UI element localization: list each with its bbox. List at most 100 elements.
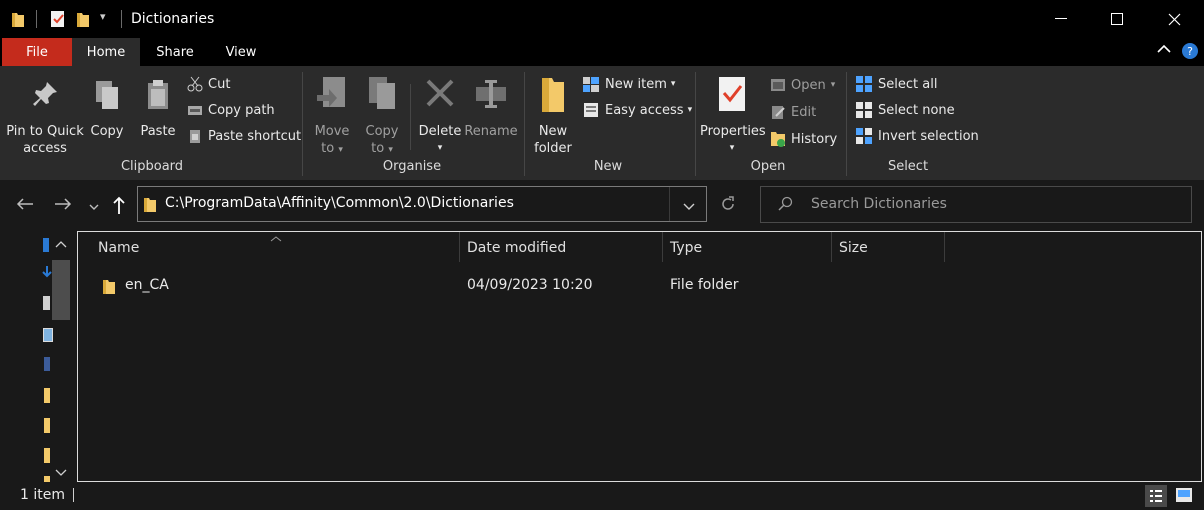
folder-icon[interactable] <box>11 10 25 32</box>
copy-label: Copy <box>90 124 124 139</box>
group-separator <box>302 72 303 176</box>
column-separator[interactable] <box>944 232 945 262</box>
open-icon <box>771 79 785 91</box>
folder-icon <box>542 78 564 112</box>
edit-label: Edit <box>791 104 817 120</box>
rename-icon <box>476 80 506 108</box>
copy-to-button[interactable]: Copy to ▾ <box>360 75 404 159</box>
move-to-line2: to <box>321 141 335 156</box>
column-header-name[interactable]: Name <box>98 240 139 256</box>
select-none-button[interactable]: Select none <box>855 98 955 122</box>
column-separator[interactable] <box>831 232 832 262</box>
new-item-button[interactable]: New item ▾ <box>582 72 675 96</box>
open-button[interactable]: Open ▾ <box>770 73 835 97</box>
downloads-icon[interactable] <box>42 265 52 283</box>
file-type: File folder <box>670 277 739 293</box>
edit-icon <box>772 106 785 119</box>
collapse-ribbon-icon[interactable] <box>1157 43 1171 58</box>
select-none-label: Select none <box>878 102 955 118</box>
file-date-modified: 04/09/2023 10:20 <box>467 277 593 293</box>
quick-access-folder-icon[interactable] <box>44 418 50 433</box>
column-separator[interactable] <box>662 232 663 262</box>
scroll-up-chevron-icon[interactable] <box>55 237 67 252</box>
column-header-size[interactable]: Size <box>839 240 868 256</box>
copy-path-button[interactable]: Copy path <box>187 98 275 122</box>
new-group-label: New <box>593 159 623 174</box>
maximize-button[interactable] <box>1089 0 1145 38</box>
nav-scrollbar-thumb[interactable] <box>52 260 70 320</box>
help-icon[interactable]: ? <box>1181 42 1199 64</box>
column-header-type[interactable]: Type <box>670 240 702 256</box>
new-folder-icon[interactable] <box>76 10 90 32</box>
cut-button[interactable]: Cut <box>187 72 230 96</box>
sort-caret-icon <box>270 231 282 246</box>
recent-locations-chevron-icon[interactable] <box>89 200 99 215</box>
videos-icon[interactable] <box>44 357 50 371</box>
forward-arrow-icon[interactable] <box>54 197 72 215</box>
close-button[interactable] <box>1146 0 1202 38</box>
organise-group-label: Organise <box>382 159 442 174</box>
invert-selection-button[interactable]: Invert selection <box>855 124 979 148</box>
search-placeholder[interactable]: Search Dictionaries <box>811 196 947 212</box>
paste-button[interactable]: Paste <box>138 78 178 140</box>
paste-shortcut-icon <box>190 130 200 143</box>
pin-to-quick-access-button[interactable]: Pin to Quick access <box>4 78 86 157</box>
move-to-icon <box>317 77 345 107</box>
tab-share[interactable]: Share <box>147 38 203 66</box>
desktop-icon[interactable] <box>43 238 49 252</box>
chevron-down-icon: ▾ <box>437 143 443 153</box>
easy-access-label: Easy access <box>605 102 684 118</box>
delete-x-icon <box>426 79 454 107</box>
rename-button[interactable]: Rename <box>464 75 518 140</box>
chevron-down-icon: ▾ <box>687 105 693 115</box>
copy-path-label: Copy path <box>208 102 275 118</box>
tab-view[interactable]: View <box>213 38 269 66</box>
pictures-icon[interactable] <box>43 328 53 342</box>
chevron-down-icon: ▾ <box>670 79 676 89</box>
history-button[interactable]: History <box>770 127 837 151</box>
copy-button[interactable]: Copy <box>88 78 126 140</box>
pin-label-line1: Pin to Quick <box>6 124 84 139</box>
paste-shortcut-label: Paste shortcut <box>208 128 302 144</box>
open-group-label: Open <box>750 159 786 174</box>
copy-to-icon <box>369 77 395 109</box>
select-all-button[interactable]: Select all <box>855 72 937 96</box>
move-to-button[interactable]: Move to ▾ <box>310 75 354 159</box>
documents-icon[interactable] <box>43 296 50 310</box>
properties-button[interactable]: Properties ▾ <box>700 75 766 157</box>
rename-label: Rename <box>464 124 518 139</box>
folder-icon <box>143 195 157 217</box>
divider <box>669 187 670 221</box>
minimize-button[interactable] <box>1033 0 1089 38</box>
edit-button[interactable]: Edit <box>770 100 816 124</box>
copy-to-line1: Copy <box>365 124 399 139</box>
large-icons-view-icon[interactable] <box>1175 487 1193 507</box>
tab-file[interactable]: File <box>2 38 72 66</box>
chevron-down-icon: ▾ <box>338 145 343 155</box>
column-separator[interactable] <box>459 232 460 262</box>
easy-access-button[interactable]: Easy access ▾ <box>582 98 692 122</box>
column-header-date-modified[interactable]: Date modified <box>467 240 566 256</box>
address-path[interactable]: C:\ProgramData\Affinity\Common\2.0\Dicti… <box>165 195 514 211</box>
quick-access-folder-icon[interactable] <box>44 448 50 463</box>
paste-shortcut-button[interactable]: Paste shortcut <box>187 124 301 148</box>
customize-toolbar-icon[interactable]: ▾ <box>100 10 106 23</box>
group-separator <box>846 72 847 176</box>
easy-access-icon <box>584 103 598 117</box>
details-view-icon[interactable] <box>1145 485 1167 507</box>
group-separator <box>524 72 525 176</box>
delete-button[interactable]: Delete ▾ <box>418 75 462 157</box>
invert-selection-icon <box>856 128 872 144</box>
up-arrow-icon[interactable] <box>112 195 126 219</box>
properties-icon[interactable] <box>49 10 67 32</box>
pin-icon <box>33 82 57 106</box>
back-arrow-icon[interactable] <box>16 197 34 215</box>
address-dropdown-chevron-icon[interactable] <box>683 200 695 215</box>
new-folder-button[interactable]: New folder <box>532 75 574 157</box>
scroll-down-chevron-icon[interactable] <box>55 466 67 481</box>
tab-home[interactable]: Home <box>72 38 140 66</box>
quick-access-folder-icon[interactable] <box>44 388 50 403</box>
refresh-icon[interactable] <box>720 196 736 216</box>
properties-icon <box>719 77 745 111</box>
file-name[interactable]: en_CA <box>125 277 169 293</box>
